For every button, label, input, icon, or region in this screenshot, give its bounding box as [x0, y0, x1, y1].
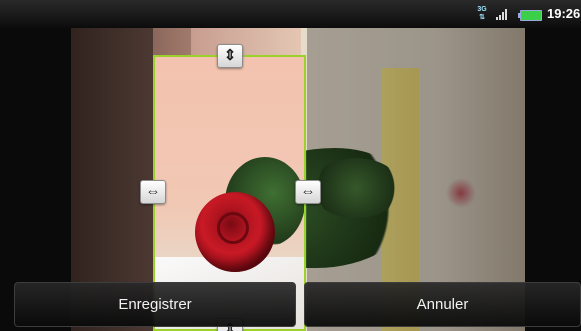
- rose-image: [195, 192, 275, 272]
- battery-icon: [518, 10, 542, 21]
- signal-icon: [496, 8, 512, 20]
- crop-handle-left[interactable]: ⇔: [140, 180, 166, 204]
- save-button[interactable]: Enregistrer: [14, 282, 296, 327]
- status-bar: 3G ⇅ 19:26: [0, 0, 581, 28]
- arrow-up-down-icon: ⇕: [223, 47, 237, 64]
- crop-handle-right[interactable]: ⇔: [295, 180, 321, 204]
- action-bar: Enregistrer Annuler: [14, 282, 581, 331]
- arrow-left-right-icon: ⇔: [300, 183, 316, 200]
- crop-handle-top[interactable]: ⇕: [217, 44, 243, 68]
- network-3g-icon: 3G ⇅: [477, 6, 487, 21]
- clock: 19:26: [547, 6, 581, 21]
- cancel-button[interactable]: Annuler: [304, 282, 581, 327]
- arrow-left-right-icon: ⇔: [145, 183, 161, 200]
